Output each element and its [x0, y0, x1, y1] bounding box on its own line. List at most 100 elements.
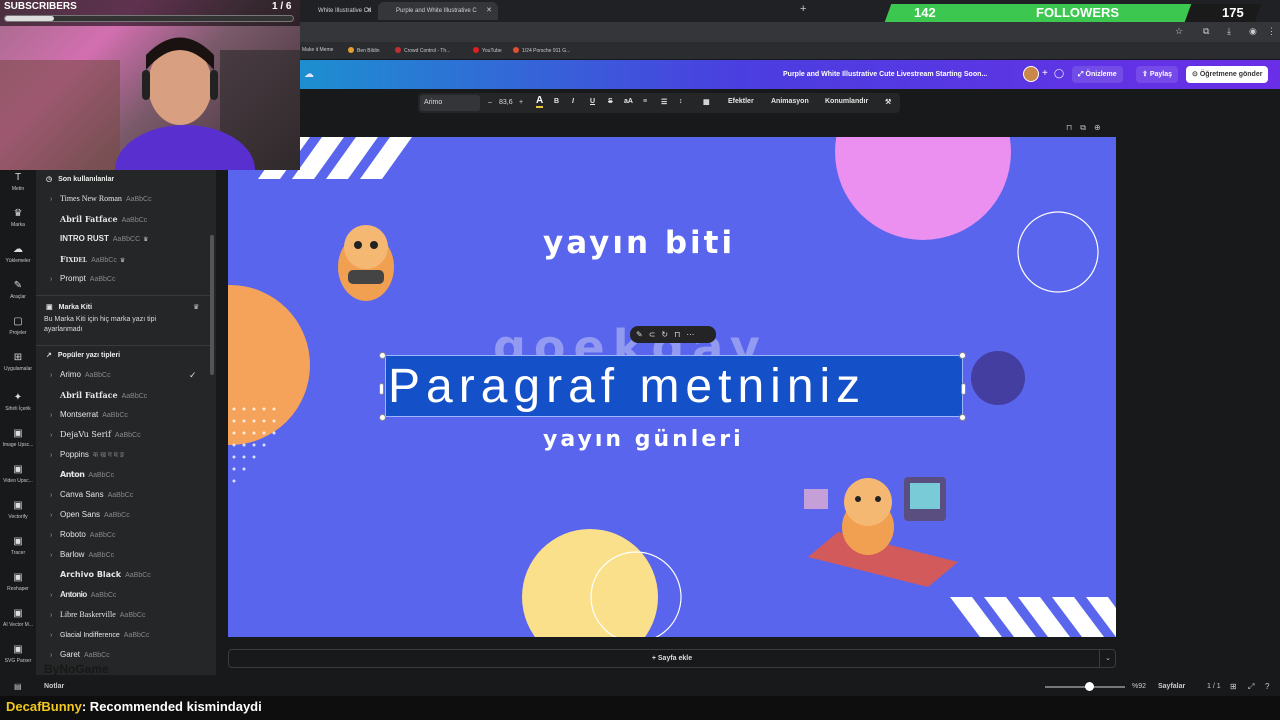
new-tab-button[interactable]: + [800, 3, 806, 15]
font-size-value[interactable]: 83,6 [499, 95, 513, 111]
font-row[interactable]: › Garet AaBbCc [50, 650, 110, 659]
grid-view-icon[interactable]: ⊞ [1230, 682, 1237, 691]
browser-tab[interactable]: White Illustrative Cu ✕ [300, 2, 378, 20]
close-icon[interactable]: ✕ [486, 2, 492, 20]
rail-item-reshaper[interactable]: ▣ Reshaper [0, 572, 36, 592]
comment-icon[interactable]: ◯ [1054, 68, 1064, 79]
font-row[interactable]: › Barlow AaBbCc [50, 550, 114, 559]
font-row[interactable]: › Canva Sans AaBbCc [50, 490, 133, 499]
download-icon[interactable]: ⤓ [1227, 26, 1231, 37]
duplicate-icon[interactable]: ⧉ [1080, 123, 1094, 132]
spacing-icon[interactable]: ↕ [679, 98, 683, 105]
rail-item-tracer[interactable]: ▣ Tracer [0, 536, 36, 556]
resize-handle[interactable] [379, 414, 386, 421]
resize-handle[interactable] [959, 352, 966, 359]
resize-handle[interactable] [959, 414, 966, 421]
rail-item-magic[interactable]: ✦ Sihirli İçerik [0, 392, 36, 412]
help-icon[interactable]: ? [1265, 682, 1269, 691]
document-title[interactable]: Purple and White Illustrative Cute Lives… [783, 71, 987, 78]
rail-item-apps[interactable]: ⊞ Uygulamalar [0, 352, 36, 372]
star-icon[interactable]: ☆ [1175, 26, 1183, 37]
lock-icon[interactable]: ⊓ [674, 330, 686, 339]
font-size-stepper[interactable]: – 83,6 + [488, 95, 528, 111]
paragraph-text[interactable]: Paragraf metniniz [388, 359, 866, 414]
font-row[interactable]: › Prompt AaBbCc [50, 274, 115, 283]
resize-handle[interactable] [379, 352, 386, 359]
link-icon[interactable]: ⊂ [649, 330, 662, 339]
address-bar[interactable]: ☆ ⧉ ⤓ ◉ ⋮ [300, 22, 1280, 42]
browser-tab-active[interactable]: Purple and White Illustrative C ✕ [378, 2, 498, 20]
effects-button[interactable]: Efektler [728, 98, 754, 105]
bold-icon[interactable]: B [554, 98, 559, 105]
rotate-icon[interactable]: ↻ [661, 330, 674, 339]
heading-stream-end[interactable]: yayın biti [543, 225, 735, 261]
cloud-save-icon[interactable]: ☁ [304, 69, 314, 80]
fullscreen-icon[interactable]: ⤢ [1248, 682, 1254, 692]
menu-icon[interactable]: ⋮ [1267, 26, 1276, 37]
font-row[interactable]: Abril Fatface AaBbCc [50, 390, 147, 400]
decrease-icon[interactable]: – [488, 95, 492, 111]
align-icon[interactable]: ≡ [643, 98, 647, 105]
rail-item-ai-vector[interactable]: ▣ AI Vector M... [0, 608, 36, 628]
rail-item-svg-parser[interactable]: ▣ SVG Parser [0, 644, 36, 664]
more-icon[interactable]: ⋯ [686, 330, 700, 339]
bookmark-item[interactable]: Make it Meme [302, 47, 333, 53]
side-handle[interactable] [379, 383, 384, 395]
font-row[interactable]: Archivo Black AaBbCc [50, 570, 151, 579]
rail-item-image-upscaler[interactable]: ▣ Image Upsc... [0, 428, 36, 448]
rail-item-brand[interactable]: ♛ Marka [0, 208, 36, 228]
font-row[interactable]: › Roboto AaBbCc [50, 530, 115, 539]
strikethrough-icon[interactable]: S [608, 98, 613, 105]
lock-icon[interactable]: ⊓ [1066, 123, 1080, 132]
rail-item-projects[interactable]: ▢ Projeler [0, 316, 36, 336]
rail-item-tools[interactable]: ✎ Araçlar [0, 280, 36, 300]
font-row[interactable]: › Montserrat AaBbCc [50, 410, 128, 419]
notes-icon[interactable]: ▤ [14, 682, 22, 691]
profile-icon[interactable]: ◉ [1249, 26, 1257, 37]
share-button[interactable]: ⇪ Paylaş [1136, 66, 1178, 83]
chevron-down-icon[interactable]: ⌄ [1099, 650, 1116, 667]
bookmark-item[interactable]: YouTube [473, 47, 502, 54]
font-row[interactable]: › Poppins क ख ग घ ङ [50, 450, 124, 460]
magic-edit-icon[interactable]: ✎ [636, 330, 649, 339]
rail-item-text[interactable]: T Metin [0, 172, 36, 192]
add-page-icon[interactable]: ⊕ [1094, 123, 1109, 132]
add-page-button[interactable]: + Sayfa ekle [228, 649, 1116, 668]
heading-stream-days[interactable]: yayın günleri [543, 427, 744, 452]
font-row[interactable]: › Antonio AaBbCc [50, 590, 116, 599]
font-row[interactable]: Anton AaBbCc [50, 470, 114, 479]
notes-button[interactable]: Notlar [44, 683, 64, 690]
panel-scrollbar[interactable] [210, 235, 214, 375]
underline-icon[interactable]: U [590, 98, 595, 105]
side-handle[interactable] [961, 383, 966, 395]
close-icon[interactable]: ✕ [366, 2, 372, 20]
font-row[interactable]: Fixdel AaBbCc ♛ [50, 254, 125, 264]
bookmark-item[interactable]: Crowd Control - Th... [395, 47, 450, 54]
preview-button[interactable]: ⤢ Önizleme [1072, 66, 1123, 83]
rail-item-uploads[interactable]: ☁ Yüklemeler [0, 244, 36, 264]
zoom-slider-handle[interactable] [1085, 682, 1094, 691]
design-canvas[interactable]: yayın biti goekday Paragraf metniniz yay… [228, 137, 1116, 637]
position-button[interactable]: Konumlandır [825, 98, 868, 105]
zoom-level[interactable]: %92 [1132, 683, 1146, 690]
pages-button[interactable]: Sayfalar [1158, 683, 1185, 690]
add-collaborator-icon[interactable]: + [1042, 68, 1048, 79]
font-row[interactable]: › Glacial Indifference AaBbCc [50, 630, 149, 639]
paint-format-icon[interactable]: ⚒ [885, 98, 891, 106]
avatar[interactable] [1023, 66, 1039, 82]
transparency-icon[interactable]: ▦ [703, 98, 710, 106]
text-color-icon[interactable]: A [536, 96, 544, 108]
text-case-icon[interactable]: aA [624, 98, 633, 105]
extensions-icon[interactable]: ⧉ [1203, 26, 1209, 37]
italic-icon[interactable]: I [572, 98, 574, 105]
font-family-selector[interactable]: Arimo [420, 95, 480, 111]
bookmark-item[interactable]: Ben Bildin [348, 47, 380, 54]
font-row[interactable]: Abril Fatface AaBbCc [50, 214, 147, 224]
increase-icon[interactable]: + [519, 95, 523, 111]
font-row[interactable]: INTRO RUST AaBbCC ♛ [50, 234, 149, 243]
send-to-teacher-button[interactable]: ⊙ Öğretmene gönder [1186, 66, 1269, 83]
font-row[interactable]: › Times New Roman AaBbCc [50, 194, 152, 203]
bookmark-item[interactable]: 1/24 Porsche 911 G... [513, 47, 570, 54]
animation-button[interactable]: Animasyon [771, 98, 809, 105]
font-row[interactable]: › Libre Baskerville AaBbCc [50, 610, 145, 619]
